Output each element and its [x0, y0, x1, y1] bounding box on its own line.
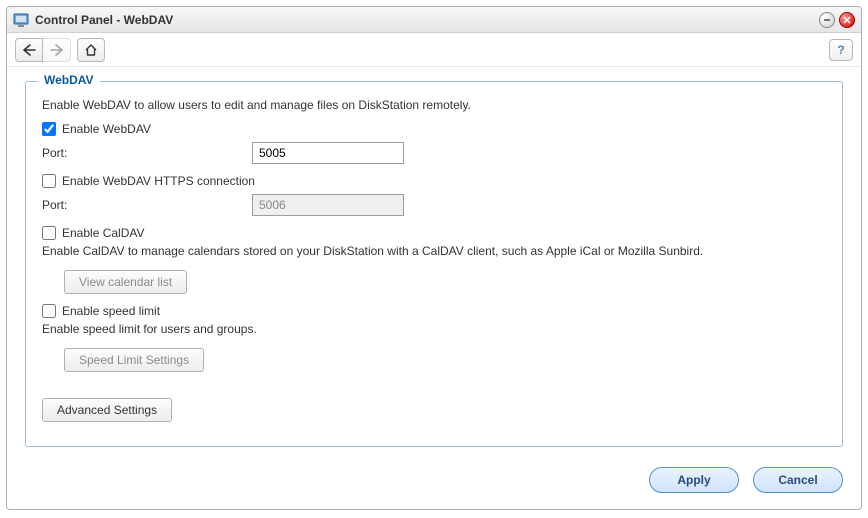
section-description: Enable WebDAV to allow users to edit and…	[42, 98, 826, 112]
home-button[interactable]	[77, 38, 105, 62]
https-port-input	[252, 194, 404, 216]
speed-limit-button-wrap: Speed Limit Settings	[64, 342, 826, 378]
webdav-port-input[interactable]	[252, 142, 404, 164]
minimize-button[interactable]	[819, 12, 835, 28]
https-port-row: Port:	[42, 194, 826, 216]
enable-caldav-checkbox[interactable]	[42, 226, 56, 240]
view-calendar-list-button: View calendar list	[64, 270, 187, 294]
enable-speed-limit-row: Enable speed limit	[42, 304, 826, 318]
caldav-note: Enable CalDAV to manage calendars stored…	[42, 244, 826, 258]
back-button[interactable]	[15, 38, 43, 62]
forward-button	[43, 38, 71, 62]
enable-https-checkbox[interactable]	[42, 174, 56, 188]
titlebar: Control Panel - WebDAV	[7, 7, 861, 33]
enable-speed-limit-checkbox[interactable]	[42, 304, 56, 318]
control-panel-icon	[13, 12, 29, 28]
close-button[interactable]	[839, 12, 855, 28]
cancel-button[interactable]: Cancel	[753, 467, 843, 493]
toolbar: ?	[7, 33, 861, 67]
webdav-port-label: Port:	[42, 146, 252, 160]
enable-https-row: Enable WebDAV HTTPS connection	[42, 174, 826, 188]
enable-webdav-row: Enable WebDAV	[42, 122, 826, 136]
advanced-settings-button[interactable]: Advanced Settings	[42, 398, 172, 422]
arrow-right-icon	[50, 44, 64, 56]
nav-group	[15, 38, 71, 62]
speed-limit-note: Enable speed limit for users and groups.	[42, 322, 826, 336]
home-icon	[84, 43, 98, 57]
help-button[interactable]: ?	[829, 39, 853, 61]
caldav-button-wrap: View calendar list	[64, 264, 826, 300]
enable-caldav-row: Enable CalDAV	[42, 226, 826, 240]
enable-https-label: Enable WebDAV HTTPS connection	[62, 174, 255, 188]
https-port-label: Port:	[42, 198, 252, 212]
enable-webdav-label: Enable WebDAV	[62, 122, 151, 136]
footer: Apply Cancel	[7, 457, 861, 509]
speed-limit-settings-button: Speed Limit Settings	[64, 348, 204, 372]
fieldset-legend: WebDAV	[38, 73, 100, 87]
webdav-fieldset: WebDAV Enable WebDAV to allow users to e…	[25, 81, 843, 447]
enable-caldav-label: Enable CalDAV	[62, 226, 145, 240]
enable-speed-limit-label: Enable speed limit	[62, 304, 160, 318]
arrow-left-icon	[22, 44, 36, 56]
content: WebDAV Enable WebDAV to allow users to e…	[7, 67, 861, 457]
window: Control Panel - WebDAV	[6, 6, 862, 510]
enable-webdav-checkbox[interactable]	[42, 122, 56, 136]
window-title: Control Panel - WebDAV	[35, 13, 819, 27]
help-icon: ?	[837, 43, 844, 57]
webdav-port-row: Port:	[42, 142, 826, 164]
window-buttons	[819, 12, 855, 28]
apply-button[interactable]: Apply	[649, 467, 739, 493]
